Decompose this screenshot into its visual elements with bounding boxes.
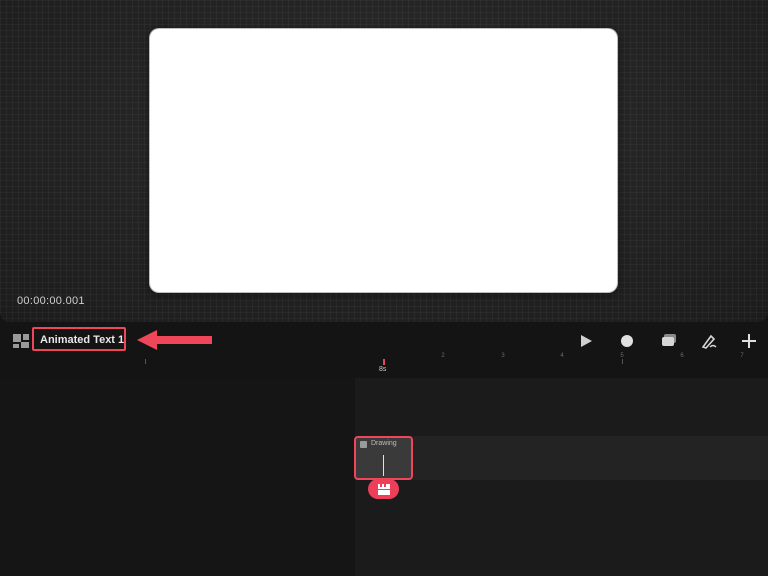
clapperboard-icon[interactable] (368, 479, 399, 499)
ruler-label: 3 (501, 353, 505, 359)
layers-icon[interactable] (659, 331, 679, 351)
record-icon[interactable] (617, 331, 637, 351)
ruler-tick (622, 359, 623, 364)
ruler-label: 7 (740, 353, 744, 359)
ruler-tick (145, 359, 146, 364)
clip-playhead-line (383, 455, 384, 476)
play-icon[interactable] (576, 331, 596, 351)
track-row[interactable] (355, 436, 768, 480)
timecode: 00:00:00.001 (17, 295, 85, 307)
ruler-label: 6 (680, 353, 684, 359)
layers-panel (0, 378, 355, 576)
project-title[interactable]: Animated Text 1 (40, 334, 124, 346)
playhead-label: 8s (379, 366, 387, 373)
panels-icon[interactable] (13, 334, 29, 348)
draw-icon[interactable] (699, 331, 719, 351)
checkbox-icon[interactable] (360, 441, 367, 448)
clip-label: Drawing (371, 440, 397, 447)
playhead[interactable] (383, 359, 385, 365)
canvas[interactable] (150, 29, 617, 292)
ruler-label: 2 (441, 353, 445, 359)
arrow-icon (135, 328, 215, 352)
preview-area: 00:00:00.001 (0, 0, 768, 322)
ruler-label: 4 (560, 353, 564, 359)
add-icon[interactable] (739, 331, 759, 351)
